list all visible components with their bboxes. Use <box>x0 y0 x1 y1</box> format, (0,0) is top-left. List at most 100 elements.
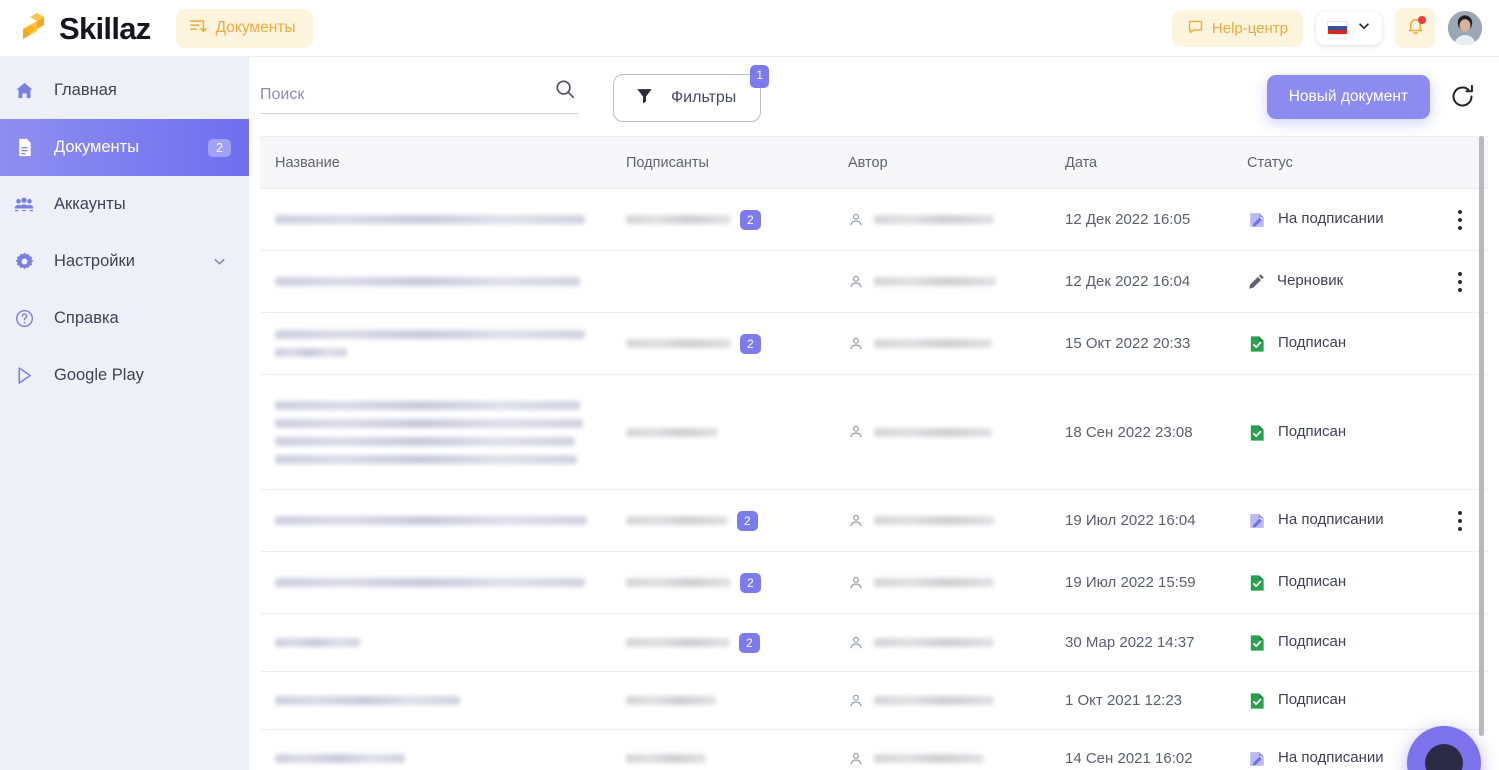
cell-author[interactable] <box>848 336 1065 352</box>
cell-document-name[interactable] <box>260 754 626 763</box>
cell-document-name[interactable] <box>260 330 626 357</box>
redacted-text <box>275 436 575 446</box>
cell-author[interactable] <box>848 635 1065 651</box>
redacted-text <box>874 427 992 437</box>
help-center-button[interactable]: Help-центр <box>1171 9 1303 47</box>
cell-signers[interactable]: 2 <box>626 572 848 593</box>
cell-author[interactable] <box>848 693 1065 709</box>
column-header-name[interactable]: Название <box>260 155 626 171</box>
cell-signers[interactable] <box>626 696 848 705</box>
table-body: 2 12 Дек 2022 16:05 На подписании 12 Дек 20… <box>260 189 1488 769</box>
topbar-actions: Help-центр <box>1171 8 1482 48</box>
person-icon <box>848 635 864 651</box>
date-text: 12 Дек 2022 16:05 <box>1065 211 1191 228</box>
cell-signers[interactable]: 2 <box>626 510 848 531</box>
language-selector[interactable] <box>1316 11 1382 45</box>
cell-signers[interactable]: 2 <box>626 209 848 230</box>
brand-logo[interactable]: Skillaz <box>18 12 151 44</box>
documents-table: Название Подписанты Автор Дата Статус 2 1… <box>260 136 1488 769</box>
sidebar-item-accounts[interactable]: Аккаунты <box>0 176 249 233</box>
cell-signers[interactable] <box>626 427 848 437</box>
cell-document-name[interactable] <box>260 215 626 224</box>
table-row[interactable]: 2 30 Мар 2022 14:37 Подписан <box>260 614 1488 672</box>
new-document-button[interactable]: Новый документ <box>1266 74 1430 119</box>
cell-author[interactable] <box>848 212 1065 228</box>
top-bar: Skillaz Документы Help-центр <box>0 0 1499 57</box>
column-header-date[interactable]: Дата <box>1065 155 1247 171</box>
column-header-status[interactable]: Статус <box>1247 155 1432 171</box>
cell-document-name[interactable] <box>260 638 626 647</box>
avatar[interactable] <box>1448 11 1482 45</box>
column-header-author[interactable]: Автор <box>848 155 1065 171</box>
redacted-text <box>275 215 585 224</box>
person-icon <box>848 212 864 228</box>
redacted-text <box>275 516 587 525</box>
cell-author[interactable] <box>848 751 1065 767</box>
redacted-text <box>275 348 347 357</box>
redacted-text <box>626 696 716 705</box>
table-row[interactable]: 2 15 Окт 2022 20:33 Подписан <box>260 313 1488 375</box>
table-row[interactable]: 1 Окт 2021 12:23 Подписан <box>260 672 1488 730</box>
redacted-text <box>626 339 731 348</box>
date-text: 12 Дек 2022 16:04 <box>1065 273 1191 290</box>
search-field[interactable] <box>260 79 578 114</box>
sidebar-item-help[interactable]: Справка <box>0 290 249 347</box>
ru-flag-icon <box>1327 21 1348 35</box>
date-text: 19 Июл 2022 16:04 <box>1065 512 1196 529</box>
person-icon <box>848 274 864 290</box>
cell-signers[interactable] <box>626 754 848 763</box>
sidebar-item-settings[interactable]: Настройки <box>0 233 249 290</box>
vertical-scrollbar[interactable] <box>1479 136 1484 736</box>
table-row[interactable]: 12 Дек 2022 16:04 Черновик <box>260 251 1488 313</box>
sidebar-item-home[interactable]: Главная <box>0 62 249 119</box>
redacted-text <box>275 400 580 410</box>
table-row[interactable]: 2 12 Дек 2022 16:05 На подписании <box>260 189 1488 251</box>
date-text: 14 Сен 2021 16:02 <box>1065 750 1193 767</box>
cell-author[interactable] <box>848 274 1065 290</box>
search-input[interactable] <box>260 85 530 104</box>
table-row[interactable]: 2 19 Июл 2022 15:59 Подписан <box>260 552 1488 614</box>
redacted-text <box>626 754 706 763</box>
sidebar-item-google-play[interactable]: Google Play <box>0 347 249 404</box>
redacted-text <box>275 754 405 763</box>
redacted-text <box>626 215 731 224</box>
cell-date: 19 Июл 2022 15:59 <box>1065 574 1247 591</box>
cell-document-name[interactable] <box>260 400 626 464</box>
cell-date: 12 Дек 2022 16:05 <box>1065 211 1247 228</box>
cell-author[interactable] <box>848 513 1065 529</box>
sidebar-item-documents-label: Документы <box>54 138 140 156</box>
sidebar-item-help-label: Справка <box>54 309 119 327</box>
cell-status: На подписании <box>1247 748 1432 769</box>
cell-signers[interactable]: 2 <box>626 632 848 653</box>
column-header-signers[interactable]: Подписанты <box>626 155 848 171</box>
home-icon <box>10 80 38 101</box>
fab-inner-circle <box>1425 744 1463 770</box>
cell-signers[interactable]: 2 <box>626 333 848 354</box>
table-row[interactable]: 14 Сен 2021 16:02 На подписании <box>260 730 1488 769</box>
date-text: 19 Июл 2022 15:59 <box>1065 574 1196 591</box>
cell-author[interactable] <box>848 575 1065 591</box>
signed-document-icon <box>1247 423 1267 443</box>
person-icon <box>848 513 864 529</box>
redacted-text <box>874 339 992 348</box>
cell-document-name[interactable] <box>260 277 626 286</box>
signed-document-icon <box>1247 573 1267 593</box>
filters-button[interactable]: Фильтры 1 <box>613 64 770 122</box>
table-row[interactable]: 18 Сен 2022 23:08 Подписан <box>260 375 1488 490</box>
google-play-icon <box>10 365 38 386</box>
table-row[interactable]: 2 19 Июл 2022 16:04 На подписании <box>260 490 1488 552</box>
cell-document-name[interactable] <box>260 516 626 525</box>
search-icon[interactable] <box>554 78 576 105</box>
sidebar-item-settings-label: Настройки <box>54 252 135 270</box>
notifications-button[interactable] <box>1395 8 1435 48</box>
main-content: Фильтры 1 Новый документ Название Подпис… <box>249 57 1499 770</box>
cell-author[interactable] <box>848 424 1065 440</box>
cell-date: 14 Сен 2021 16:02 <box>1065 750 1247 767</box>
refresh-icon[interactable] <box>1447 82 1477 112</box>
chat-bubble-icon <box>1187 18 1204 39</box>
topbar-documents-tab[interactable]: Документы <box>175 8 313 48</box>
sidebar-item-documents[interactable]: Документы 2 <box>0 119 249 176</box>
cell-document-name[interactable] <box>260 578 626 587</box>
cell-document-name[interactable] <box>260 696 626 705</box>
cell-date: 15 Окт 2022 20:33 <box>1065 335 1247 352</box>
